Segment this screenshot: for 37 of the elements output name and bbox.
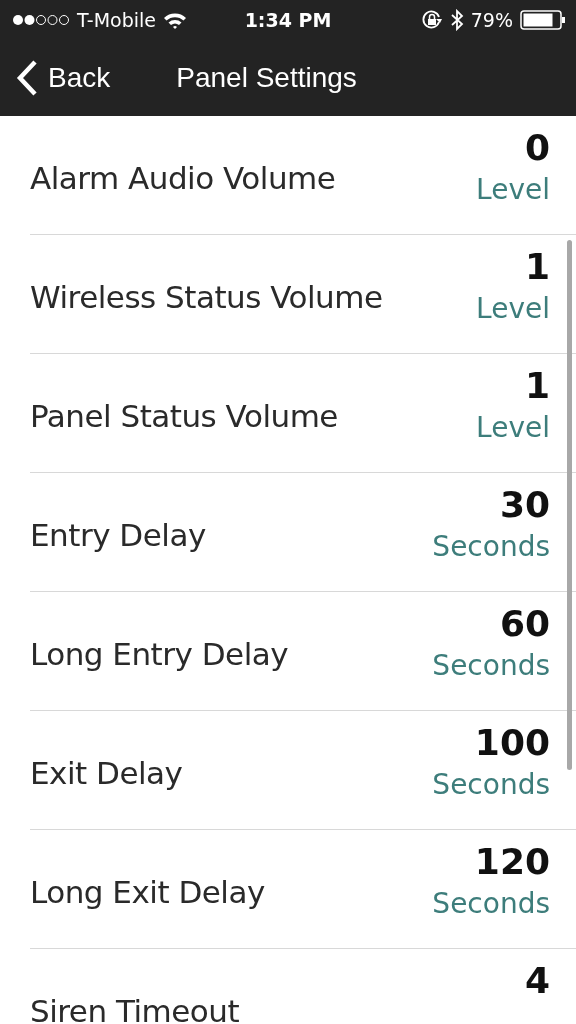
battery-icon <box>520 10 566 30</box>
setting-row[interactable]: Siren Timeout 4 <box>30 949 576 1024</box>
setting-unit: Level <box>476 291 550 327</box>
setting-label: Exit Delay <box>30 754 183 791</box>
setting-value: 1 <box>524 364 550 408</box>
setting-label: Long Entry Delay <box>30 635 289 672</box>
setting-row[interactable]: Alarm Audio Volume 0 Level <box>30 116 576 235</box>
setting-unit: Seconds <box>432 767 550 803</box>
setting-value: 60 <box>499 602 550 646</box>
rotation-lock-icon <box>420 9 443 31</box>
signal-icon <box>12 14 70 26</box>
chevron-left-icon <box>16 60 38 96</box>
setting-value: 100 <box>474 721 550 765</box>
back-button[interactable]: Back <box>14 56 113 100</box>
setting-unit: Level <box>476 172 550 208</box>
setting-label: Entry Delay <box>30 516 206 553</box>
wifi-icon <box>163 11 188 29</box>
setting-label: Alarm Audio Volume <box>30 159 336 196</box>
clock-time: 1:34 PM <box>244 9 332 31</box>
setting-unit: Seconds <box>432 648 550 684</box>
carrier-name: T-Mobile <box>77 9 157 31</box>
setting-value: 120 <box>474 840 550 884</box>
bluetooth-icon <box>449 9 464 31</box>
battery-percent: 79% <box>470 9 513 31</box>
setting-value: 1 <box>524 245 550 289</box>
setting-unit: Seconds <box>432 529 550 565</box>
setting-unit: Level <box>476 410 550 446</box>
setting-value: 30 <box>499 483 550 527</box>
screen-title: Panel Settings <box>176 62 357 94</box>
setting-unit: Seconds <box>432 886 550 922</box>
setting-value: 0 <box>524 126 550 170</box>
setting-value: 4 <box>524 959 550 1003</box>
setting-row[interactable]: Long Exit Delay 120 Seconds <box>30 830 576 949</box>
setting-label: Wireless Status Volume <box>30 278 383 315</box>
setting-label: Panel Status Volume <box>30 397 338 434</box>
setting-label: Long Exit Delay <box>30 873 265 910</box>
setting-label: Siren Timeout <box>30 992 240 1024</box>
